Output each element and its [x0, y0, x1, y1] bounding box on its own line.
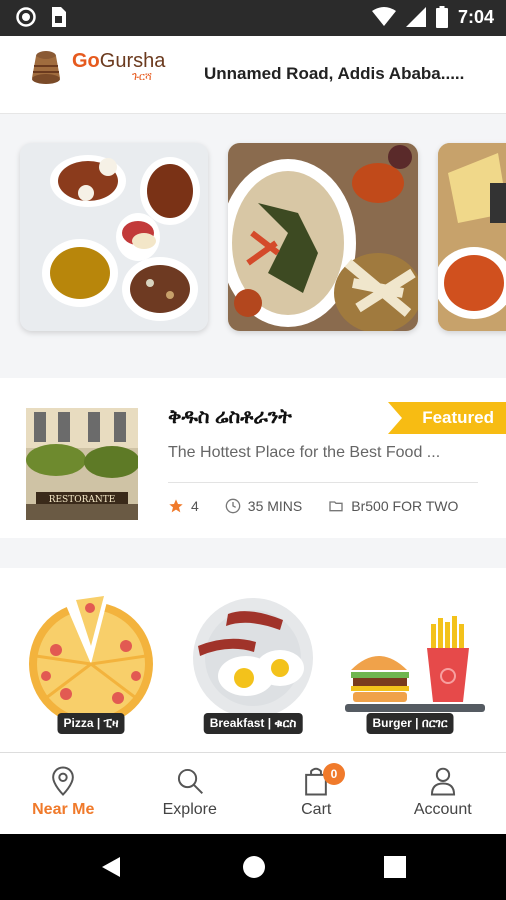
spices-image [438, 143, 506, 331]
category-label-breakfast: Breakfast | ቁርስ [203, 713, 303, 734]
category-breakfast[interactable]: Breakfast | ቁርስ [188, 586, 318, 746]
restaurant-card[interactable]: RESTORANTE ቅዱስ ሬስቶራንት Featured The Hotte… [0, 378, 506, 538]
app-logo[interactable]: GoGursha ጉርሻ [26, 48, 165, 86]
status-time: 7:04 [457, 6, 494, 27]
record-icon [16, 7, 36, 27]
category-burger[interactable]: Burger | በርገር [345, 586, 485, 746]
carousel-slide-spices[interactable] [438, 143, 506, 331]
clock-icon [225, 498, 241, 514]
burger-icon [345, 616, 485, 712]
card-divider [168, 482, 478, 483]
restaurant-meta: 4 35 MINS Br500 FOR TWO [168, 498, 484, 514]
pizza-icon [29, 590, 153, 726]
recents-icon[interactable] [384, 856, 406, 878]
sim-card-icon [52, 7, 66, 27]
nav-account[interactable]: Account [380, 753, 506, 834]
restaurant-description: The Hottest Place for the Best Food ... [168, 444, 441, 461]
restaurant-name[interactable]: ቅዱስ ሬስቶራንት [168, 406, 292, 429]
status-bar: 7:04 [0, 0, 506, 36]
category-label-pizza: Pizza | ፒዛ [57, 713, 125, 734]
nav-explore[interactable]: Explore [127, 753, 254, 834]
logo-amharic-text: ጉርሻ [132, 71, 152, 83]
star-icon [169, 499, 183, 513]
restaurant-rating: 4 [191, 498, 199, 514]
restaurant-thumbnail: RESTORANTE [26, 408, 138, 520]
gursha-basket-icon [32, 51, 60, 84]
nav-label-near-me: Near Me [32, 801, 95, 818]
person-icon [430, 767, 455, 796]
carousel-slide-injera[interactable] [228, 143, 418, 331]
stews-platter-image [20, 143, 208, 331]
breakfast-icon [193, 598, 313, 718]
category-label-burger: Burger | በርገር [366, 713, 454, 734]
bottom-navigation: Near Me Explore 0 Cart Account [0, 752, 506, 834]
featured-badge: Featured [388, 402, 506, 434]
nav-label-explore: Explore [162, 801, 217, 818]
nav-label-cart: Cart [301, 801, 332, 818]
category-pizza[interactable]: Pizza | ፒዛ [26, 586, 156, 746]
search-icon [177, 768, 203, 795]
nav-label-account: Account [413, 801, 472, 818]
back-icon[interactable] [100, 855, 122, 879]
carousel-slide-stews[interactable] [20, 143, 208, 331]
wifi-icon [371, 7, 396, 26]
delivery-address[interactable]: Unnamed Road, Addis Ababa..... [204, 64, 464, 84]
signal-icon [405, 7, 426, 27]
price-for-two: Br500 FOR TWO [351, 498, 459, 514]
restaurant-storefront-image: RESTORANTE [26, 408, 138, 520]
category-row[interactable]: Pizza | ፒዛ Breakfast | ቁርስ Burger | በርገር [0, 568, 506, 752]
featured-carousel[interactable] [0, 115, 506, 355]
delivery-time: 35 MINS [247, 498, 303, 514]
wallet-icon [329, 501, 343, 512]
app-header: GoGursha ጉርሻ Unnamed Road, Addis Ababa..… [0, 36, 506, 114]
system-navigation-bar [0, 834, 506, 900]
logo-gursha-text: Gursha [99, 50, 166, 72]
cart-count-badge: 0 [323, 763, 345, 785]
nav-near-me[interactable]: Near Me [0, 753, 127, 834]
location-pin-icon [52, 766, 75, 796]
injera-platter-image [228, 143, 418, 331]
battery-icon [435, 6, 448, 28]
svg-text:RESTORANTE: RESTORANTE [49, 495, 116, 505]
nav-cart[interactable]: 0 Cart [253, 753, 380, 834]
logo-go-text: Go [72, 50, 100, 72]
home-icon[interactable] [242, 855, 266, 879]
